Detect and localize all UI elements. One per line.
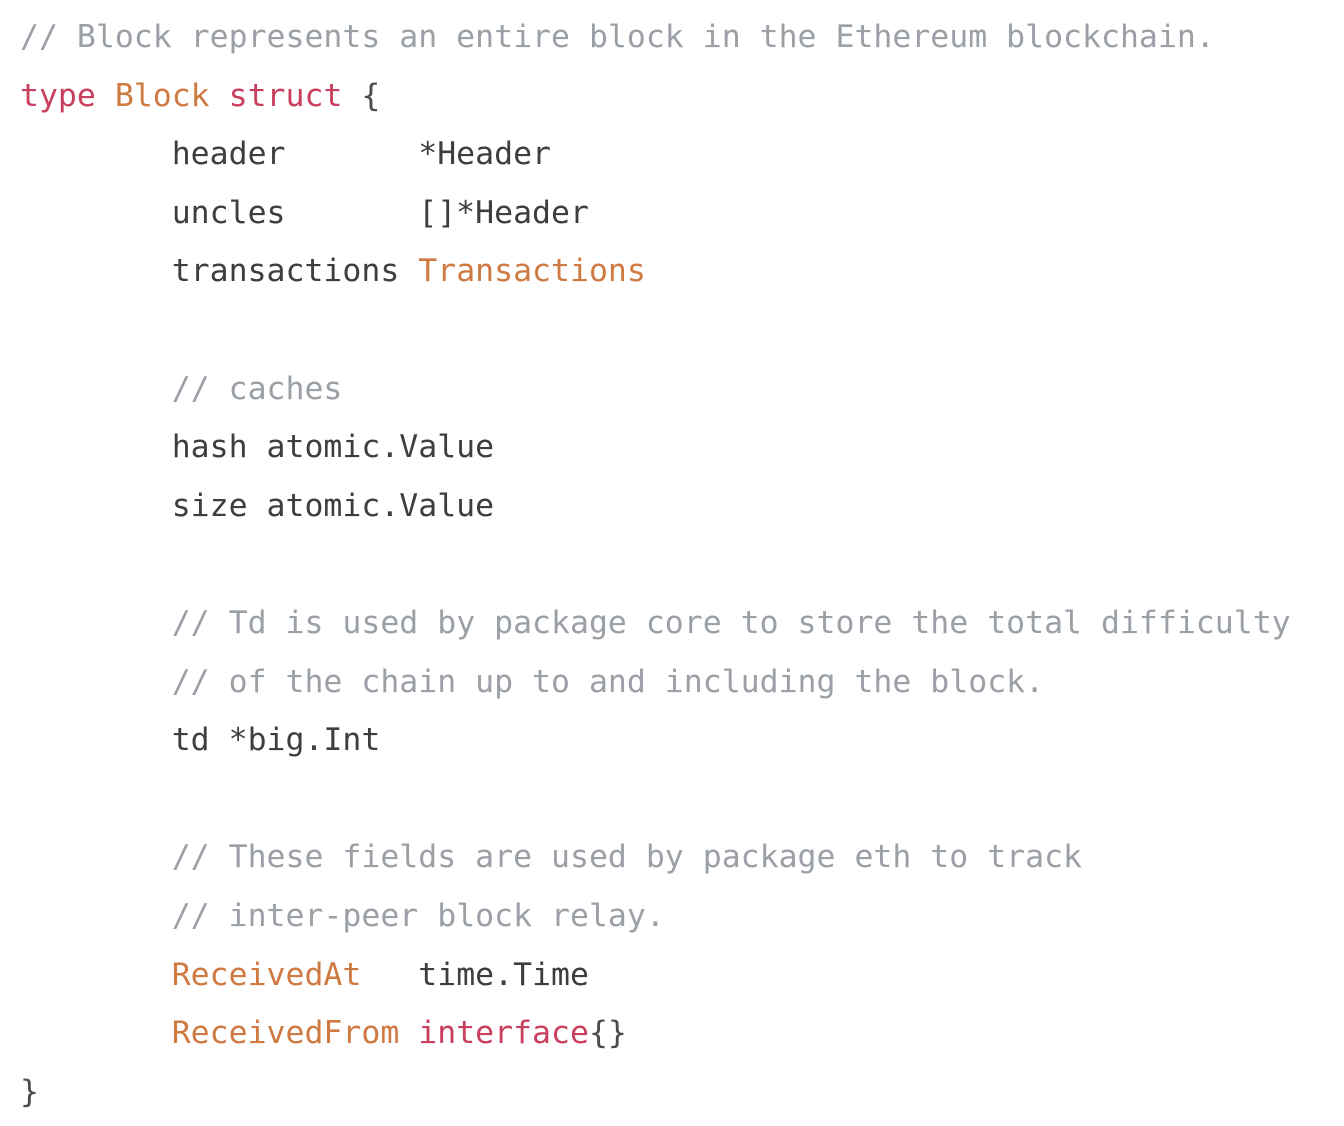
code-token: ReceivedAt: [171, 956, 362, 993]
code-token: // caches: [171, 370, 343, 407]
code-token: {: [361, 77, 381, 114]
code-token: type: [20, 77, 96, 114]
code-token: // These fields are used by package eth …: [171, 839, 1083, 876]
code-token: Transactions: [418, 253, 646, 290]
code-line: // of the chain up to and including the …: [20, 653, 1344, 712]
code-token: // Td is used by package core to store t…: [171, 604, 1291, 641]
code-token: ReceivedFrom: [171, 1015, 400, 1052]
code-line: uncles []*Header: [20, 184, 1344, 243]
code-token: struct: [228, 77, 343, 114]
code-token: time.Time: [361, 956, 589, 993]
code-line: // Td is used by package core to store t…: [20, 594, 1344, 653]
code-line: // caches: [20, 360, 1344, 419]
code-token: // of the chain up to and including the …: [171, 663, 1045, 700]
code-line: size atomic.Value: [20, 477, 1344, 536]
code-token: interface: [418, 1015, 589, 1052]
code-token: transactions: [20, 253, 419, 290]
code-token: header *Header: [20, 136, 552, 173]
code-token: // Block represents an entire block in t…: [20, 19, 1215, 55]
code-line: // These fields are used by package eth …: [20, 828, 1344, 887]
code-token: hash atomic.Value: [20, 429, 495, 466]
code-line: // inter-peer block relay.: [20, 887, 1344, 946]
code-line: type Block struct {: [20, 67, 1344, 126]
code-line: td *big.Int: [20, 711, 1344, 770]
code-token: // inter-peer block relay.: [171, 897, 665, 934]
code-token: td *big.Int: [20, 722, 381, 759]
code-token: {}: [588, 1015, 627, 1052]
code-token: size atomic.Value: [20, 487, 495, 524]
code-line: transactions Transactions: [20, 242, 1344, 301]
code-block: // Block represents an entire block in t…: [0, 0, 1344, 1126]
code-line: }: [20, 1063, 1344, 1122]
code-line: header *Header: [20, 125, 1344, 184]
code-line: // Block represents an entire block in t…: [20, 8, 1344, 67]
code-token: Block: [114, 77, 210, 114]
code-line: hash atomic.Value: [20, 418, 1344, 477]
code-line: ReceivedAt time.Time: [20, 946, 1344, 1005]
code-line: ReceivedFrom interface{}: [20, 1004, 1344, 1063]
code-token: }: [20, 1073, 39, 1110]
code-token: uncles []*Header: [20, 194, 589, 231]
